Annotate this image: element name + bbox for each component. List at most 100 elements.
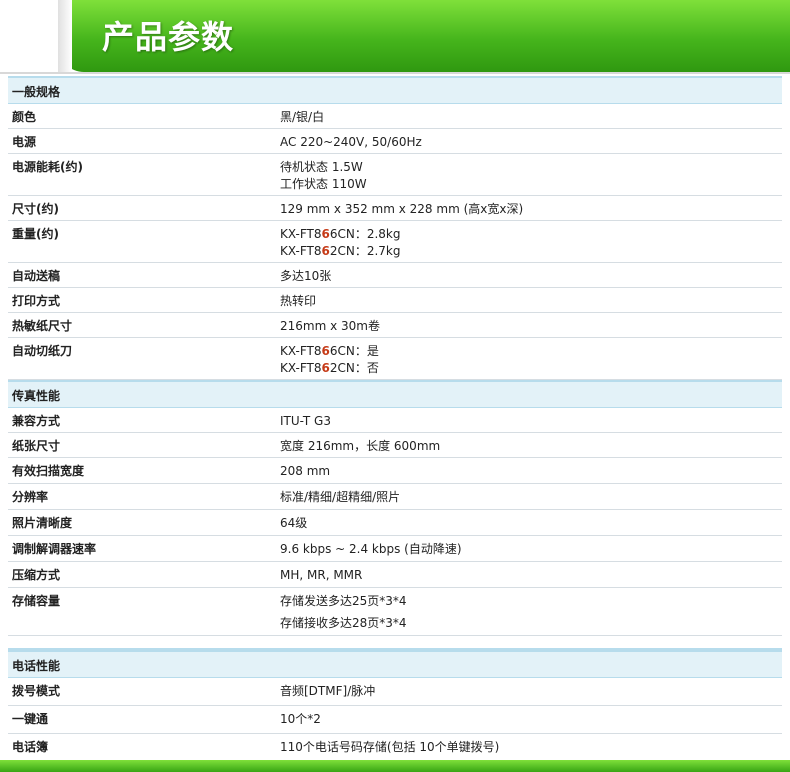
spec-row: 颜色 黑/银/白 xyxy=(8,104,782,129)
spec-row: 重量(约) KX-FT866CN：2.8kg KX-FT862CN：2.7kg xyxy=(8,221,782,263)
spec-row: 照片清晰度 64级 xyxy=(8,510,782,536)
spec-label: 存储容量 xyxy=(12,594,61,608)
spec-row: 纸张尺寸 宽度 216mm，长度 600mm xyxy=(8,433,782,458)
model-prefix: KX-FT8 xyxy=(280,227,322,241)
spec-value: 208 mm xyxy=(276,463,782,483)
spec-label: 分辨率 xyxy=(12,490,49,504)
spec-row: 电话簿 110个电话号码存储(包括 10个单键拨号) xyxy=(8,734,782,762)
spec-value: 多达10张 xyxy=(276,268,782,287)
spec-row: 自动切纸刀 KX-FT866CN：是 KX-FT862CN：否 xyxy=(8,338,782,380)
spec-value-line: 216mm x 30m卷 xyxy=(280,319,380,333)
model-line: KX-FT862CN：2.7kg xyxy=(280,243,782,260)
spec-value-line: 存储接收多达28页*3*4 xyxy=(280,616,407,630)
spec-value: 热转印 xyxy=(276,293,782,312)
spec-value-line: 多达10张 xyxy=(280,269,332,283)
spec-value: 标准/精细/超精细/照片 xyxy=(276,489,782,509)
spec-label: 颜色 xyxy=(12,110,37,124)
model-prefix: KX-FT8 xyxy=(280,361,322,375)
spec-value: 宽度 216mm，长度 600mm xyxy=(276,438,782,457)
model-highlight-digit: 6 xyxy=(321,344,330,358)
section-header: 传真性能 xyxy=(8,380,782,408)
model-line: KX-FT862CN：否 xyxy=(280,360,782,377)
spec-label: 调制解调器速率 xyxy=(12,542,97,556)
spec-row: 一键通 10个*2 xyxy=(8,706,782,734)
spec-value-line: 9.6 kbps ~ 2.4 kbps (自动降速) xyxy=(280,542,462,556)
spec-row: 调制解调器速率 9.6 kbps ~ 2.4 kbps (自动降速) xyxy=(8,536,782,562)
spec-label: 自动切纸刀 xyxy=(12,344,73,358)
spec-value: 存储发送多达25页*3*4 存储接收多达28页*3*4 xyxy=(276,593,782,635)
spec-row: 电源 AC 220~240V, 50/60Hz xyxy=(8,129,782,154)
spec-value-line: 宽度 216mm，长度 600mm xyxy=(280,439,441,453)
spec-value-line: 待机状态 1.5W xyxy=(280,160,363,174)
spec-value: 黑/银/白 xyxy=(276,109,782,128)
spec-label: 重量(约) xyxy=(12,227,59,241)
spec-row: 存储容量 存储发送多达25页*3*4 存储接收多达28页*3*4 xyxy=(8,588,782,636)
model-highlight-digit: 6 xyxy=(321,361,330,375)
spec-value-line: MH, MR, MMR xyxy=(280,568,363,582)
spec-label: 自动送稿 xyxy=(12,269,61,283)
spec-value: 待机状态 1.5W 工作状态 110W xyxy=(276,159,782,195)
spec-value-line: AC 220~240V, 50/60Hz xyxy=(280,135,422,149)
spec-label: 兼容方式 xyxy=(12,414,61,428)
spec-value-line: 存储发送多达25页*3*4 xyxy=(280,594,407,608)
spec-row: 分辨率 标准/精细/超精细/照片 xyxy=(8,484,782,510)
spec-label: 有效扫描宽度 xyxy=(12,464,85,478)
spec-value: MH, MR, MMR xyxy=(276,567,782,587)
spec-value-line: 音频[DTMF]/脉冲 xyxy=(280,684,376,698)
spec-row: 拨号模式 音频[DTMF]/脉冲 xyxy=(8,678,782,706)
model-prefix: KX-FT8 xyxy=(280,344,322,358)
model-highlight-digit: 6 xyxy=(321,244,330,258)
model-suffix: 6CN：2.8kg xyxy=(329,227,401,241)
spec-label: 电话簿 xyxy=(12,740,49,754)
section-gap xyxy=(8,636,782,650)
spec-label: 尺寸(约) xyxy=(12,202,59,216)
spec-value-line: 64级 xyxy=(280,516,308,530)
section-header: 一般规格 xyxy=(8,76,782,104)
spec-value: ITU-T G3 xyxy=(276,413,782,432)
spec-label: 电源能耗(约) xyxy=(12,160,83,174)
spec-row: 电源能耗(约) 待机状态 1.5W 工作状态 110W xyxy=(8,154,782,196)
spec-label: 照片清晰度 xyxy=(12,516,73,530)
spec-value-line: 110个电话号码存储(包括 10个单键拨号) xyxy=(280,740,500,754)
spec-value-line: 工作状态 110W xyxy=(280,177,367,191)
model-suffix: 6CN：是 xyxy=(329,344,379,358)
spec-row: 兼容方式 ITU-T G3 xyxy=(8,408,782,433)
spec-label: 压缩方式 xyxy=(12,568,61,582)
model-suffix: 2CN：2.7kg xyxy=(329,244,401,258)
header-tab-fold xyxy=(58,0,72,72)
spec-value: 110个电话号码存储(包括 10个单键拨号) xyxy=(276,739,782,761)
bottom-green-bar xyxy=(0,760,790,772)
spec-row: 有效扫描宽度 208 mm xyxy=(8,458,782,484)
spec-value: AC 220~240V, 50/60Hz xyxy=(276,134,782,153)
spec-label: 电源 xyxy=(12,135,37,149)
spec-value-line: 热转印 xyxy=(280,294,317,308)
spec-value-line: 129 mm x 352 mm x 228 mm (高x宽x深) xyxy=(280,202,524,216)
header-banner: 产品参数 xyxy=(0,0,790,74)
spec-value: 音频[DTMF]/脉冲 xyxy=(276,683,782,705)
spec-value: 9.6 kbps ~ 2.4 kbps (自动降速) xyxy=(276,541,782,561)
spec-label: 热敏纸尺寸 xyxy=(12,319,73,333)
model-prefix: KX-FT8 xyxy=(280,244,322,258)
spec-row: 尺寸(约) 129 mm x 352 mm x 228 mm (高x宽x深) xyxy=(8,196,782,221)
spec-row: 打印方式 热转印 xyxy=(8,288,782,313)
page-title: 产品参数 xyxy=(102,18,235,56)
spec-value-line: 黑/银/白 xyxy=(280,110,325,124)
spec-value: 129 mm x 352 mm x 228 mm (高x宽x深) xyxy=(276,201,782,220)
spec-value-line: 10个*2 xyxy=(280,712,321,726)
spec-label: 拨号模式 xyxy=(12,684,61,698)
model-highlight-digit: 6 xyxy=(321,227,330,241)
header-divider xyxy=(0,72,790,74)
spec-value-line: 标准/精细/超精细/照片 xyxy=(280,490,401,504)
section-header: 电话性能 xyxy=(8,650,782,678)
spec-value: 216mm x 30m卷 xyxy=(276,318,782,337)
model-line: KX-FT866CN：2.8kg xyxy=(280,226,782,243)
spec-value: 64级 xyxy=(276,515,782,535)
spec-value: KX-FT866CN：2.8kg KX-FT862CN：2.7kg xyxy=(276,226,782,262)
spec-label: 打印方式 xyxy=(12,294,61,308)
spec-row: 压缩方式 MH, MR, MMR xyxy=(8,562,782,588)
spec-row: 自动送稿 多达10张 xyxy=(8,263,782,288)
model-line: KX-FT866CN：是 xyxy=(280,343,782,360)
spec-label: 纸张尺寸 xyxy=(12,439,61,453)
spec-value-line: 208 mm xyxy=(280,464,331,478)
spec-value: KX-FT866CN：是 KX-FT862CN：否 xyxy=(276,343,782,379)
